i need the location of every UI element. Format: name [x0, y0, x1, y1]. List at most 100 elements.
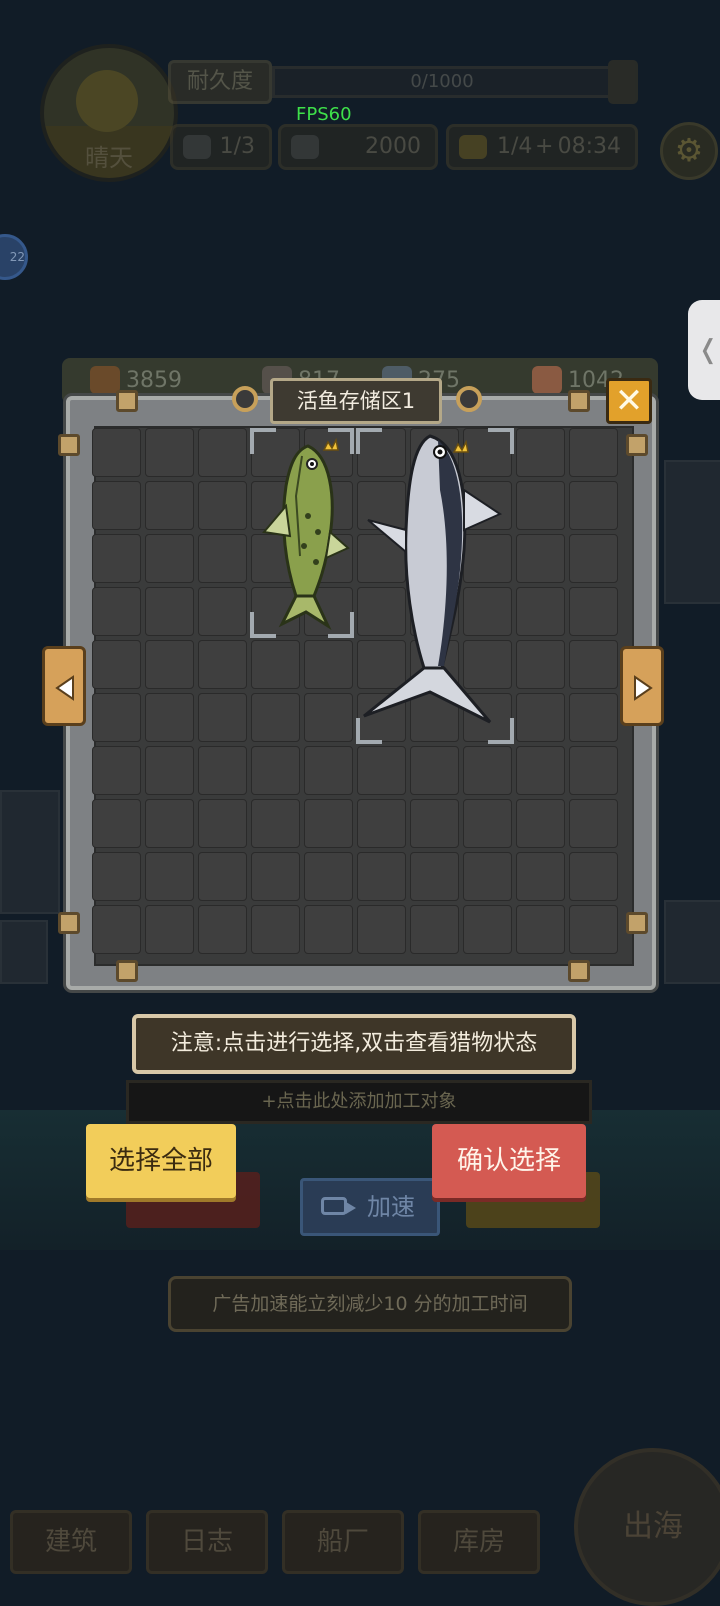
grid-cell[interactable] [92, 481, 141, 530]
grid-cell[interactable] [198, 852, 247, 901]
grid-cell[interactable] [304, 799, 353, 848]
level-badge[interactable]: 22 [0, 234, 28, 280]
crew-counter: 1/3 [170, 124, 272, 170]
grid-cell[interactable] [304, 905, 353, 954]
grid-cell[interactable] [516, 905, 565, 954]
grid-cell[interactable] [145, 428, 194, 477]
grid-cell[interactable] [92, 852, 141, 901]
grid-cell[interactable] [145, 905, 194, 954]
coin-counter: 2000 [278, 124, 438, 170]
green-bass-fish-icon[interactable] [256, 436, 352, 630]
grid-cell[interactable] [251, 799, 300, 848]
grid-cell[interactable] [304, 640, 353, 689]
grid-cell[interactable] [569, 428, 618, 477]
grid-cell[interactable] [145, 746, 194, 795]
tuna-fish-icon[interactable] [360, 430, 510, 730]
grid-cell[interactable] [251, 640, 300, 689]
durability-value: 0/1000 [272, 66, 612, 98]
grid-cell[interactable] [569, 693, 618, 742]
grid-cell[interactable] [569, 481, 618, 530]
grid-cell[interactable] [463, 905, 512, 954]
grid-cell[interactable] [304, 852, 353, 901]
bg-building [664, 460, 720, 604]
grid-cell[interactable] [251, 693, 300, 742]
side-drawer-handle[interactable]: ❬ [688, 300, 720, 400]
grid-cell[interactable] [198, 640, 247, 689]
nav-building: 建筑 [10, 1510, 132, 1574]
grid-cell[interactable] [198, 534, 247, 583]
grid-cell[interactable] [569, 799, 618, 848]
grid-cell[interactable] [92, 587, 141, 636]
grid-cell[interactable] [516, 852, 565, 901]
grid-cell[interactable] [92, 799, 141, 848]
grid-cell[interactable] [145, 587, 194, 636]
grid-cell[interactable] [357, 852, 406, 901]
grid-cell[interactable] [516, 481, 565, 530]
grid-cell[interactable] [198, 746, 247, 795]
grid-cell[interactable] [569, 852, 618, 901]
grid-cell[interactable] [145, 852, 194, 901]
crew-icon [183, 135, 211, 159]
bg-building [664, 900, 720, 984]
grid-cell[interactable] [198, 799, 247, 848]
grid-cell[interactable] [92, 693, 141, 742]
grid-cell[interactable] [198, 905, 247, 954]
grid-cell[interactable] [357, 799, 406, 848]
grid-cell[interactable] [92, 640, 141, 689]
grid-cell[interactable] [569, 905, 618, 954]
weather-label: 晴天 [85, 144, 133, 172]
grid-cell[interactable] [92, 746, 141, 795]
grid-cell[interactable] [198, 587, 247, 636]
grid-cell[interactable] [145, 640, 194, 689]
grid-cell[interactable] [410, 799, 459, 848]
grid-cell[interactable] [251, 852, 300, 901]
grid-cell[interactable] [145, 693, 194, 742]
next-page-button[interactable] [620, 646, 664, 726]
bolt-icon [626, 912, 648, 934]
grid-cell[interactable] [516, 799, 565, 848]
grid-cell[interactable] [145, 799, 194, 848]
prev-page-button[interactable] [42, 646, 86, 726]
grid-cell[interactable] [92, 905, 141, 954]
grid-cell[interactable] [516, 534, 565, 583]
bolt-icon [58, 434, 80, 456]
grid-cell[interactable] [198, 481, 247, 530]
grid-cell[interactable] [357, 905, 406, 954]
grid-cell[interactable] [145, 481, 194, 530]
left-arrow-icon [55, 675, 74, 701]
grid-cell[interactable] [516, 746, 565, 795]
grid-cell[interactable] [198, 693, 247, 742]
grid-cell[interactable] [516, 428, 565, 477]
grid-cell[interactable] [569, 534, 618, 583]
grid-cell[interactable] [304, 746, 353, 795]
grid-cell[interactable] [569, 640, 618, 689]
energy-timer: 08:34 [557, 134, 621, 159]
durability-cap [608, 60, 638, 104]
grid-cell[interactable] [92, 534, 141, 583]
grid-cell[interactable] [304, 693, 353, 742]
grid-cell[interactable] [516, 587, 565, 636]
lightning-icon [459, 135, 487, 159]
grid-cell[interactable] [145, 534, 194, 583]
grid-cell[interactable] [410, 852, 459, 901]
settings-gear-icon[interactable]: ⚙ [660, 122, 718, 180]
bolt-icon [568, 390, 590, 412]
grid-cell[interactable] [410, 746, 459, 795]
grid-cell[interactable] [92, 428, 141, 477]
grid-cell[interactable] [463, 852, 512, 901]
grid-cell[interactable] [569, 746, 618, 795]
grid-cell[interactable] [198, 428, 247, 477]
confirm-selection-button[interactable]: 确认选择 [432, 1124, 586, 1198]
grid-cell[interactable] [357, 746, 406, 795]
close-button[interactable]: ✕ [606, 378, 652, 424]
grid-cell[interactable] [251, 746, 300, 795]
bolt-icon [116, 390, 138, 412]
grid-cell[interactable] [251, 905, 300, 954]
grid-cell[interactable] [463, 746, 512, 795]
select-all-button[interactable]: 选择全部 [86, 1124, 236, 1198]
grid-cell[interactable] [410, 905, 459, 954]
grid-cell[interactable] [463, 799, 512, 848]
grid-cell[interactable] [516, 693, 565, 742]
grid-cell[interactable] [516, 640, 565, 689]
grid-cell[interactable] [569, 587, 618, 636]
